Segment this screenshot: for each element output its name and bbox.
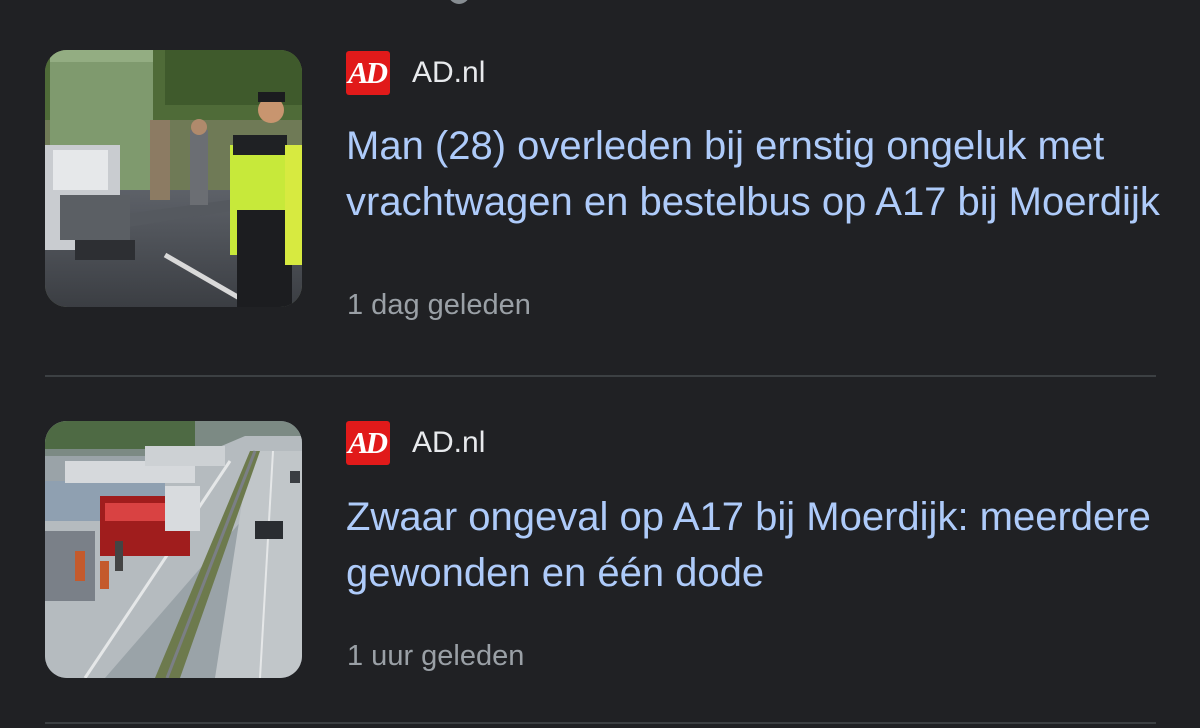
article-source[interactable]: AD AD.nl: [346, 50, 485, 96]
news-feed: AD AD.nl Man (28) overleden bij ernstig …: [0, 0, 1200, 728]
news-article[interactable]: AD AD.nl Zwaar ongeval op A17 bij Moerdi…: [0, 376, 1200, 728]
article-headline[interactable]: Zwaar ongeval op A17 bij Moerdijk: meerd…: [346, 489, 1166, 601]
divider: [45, 722, 1156, 724]
article-source[interactable]: AD AD.nl: [346, 420, 485, 466]
source-name: AD.nl: [412, 426, 486, 459]
ad-logo: AD: [346, 51, 390, 95]
article-timestamp: 1 uur geleden: [347, 640, 525, 672]
article-thumbnail[interactable]: [45, 50, 302, 307]
source-name: AD.nl: [412, 56, 486, 89]
article-headline[interactable]: Man (28) overleden bij ernstig ongeluk m…: [346, 118, 1166, 230]
article-timestamp: 1 dag geleden: [347, 289, 531, 321]
article-thumbnail[interactable]: [45, 421, 302, 678]
ad-logo: AD: [346, 421, 390, 465]
news-article[interactable]: AD AD.nl Man (28) overleden bij ernstig …: [0, 0, 1200, 376]
